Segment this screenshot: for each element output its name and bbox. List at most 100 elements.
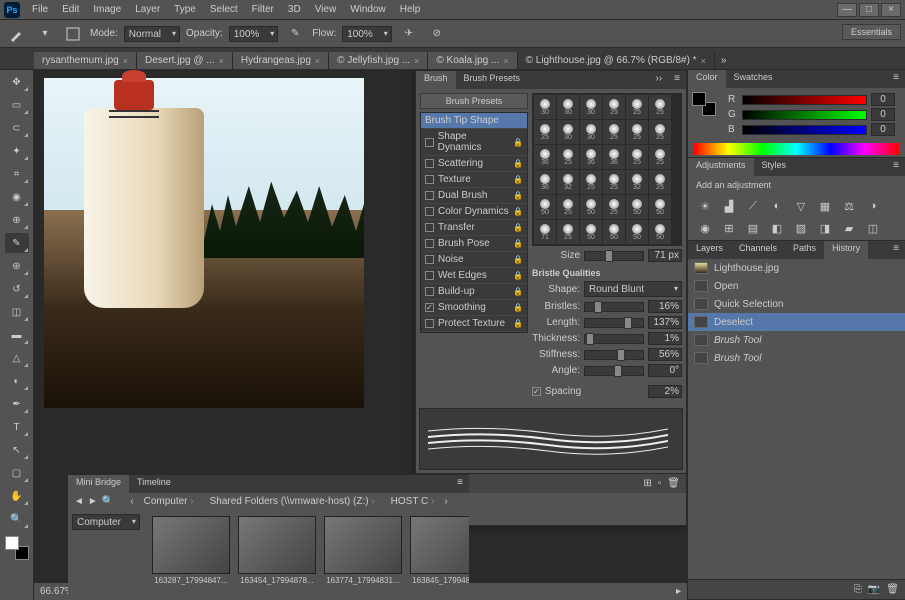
r-slider[interactable] [742,95,867,105]
history-brush-tool[interactable]: ↺ [5,279,29,299]
thumbnail[interactable]: 163845_17994868... [410,516,469,585]
tab-swatches[interactable]: Swatches [726,70,781,88]
pen-tool[interactable]: ✒ [5,394,29,414]
g-slider[interactable] [742,110,867,120]
threshold-icon[interactable]: ◨ [816,220,834,236]
tab-paths[interactable]: Paths [785,241,824,259]
brush-option[interactable]: Color Dynamics🔒 [421,204,527,220]
brush-tip[interactable]: 71 [534,220,556,244]
close-tab-icon[interactable]: × [503,56,508,66]
slider-value[interactable]: 1% [648,332,682,345]
airbrush-icon[interactable]: ✈ [398,23,420,45]
brush-option[interactable]: Shape Dynamics🔒 [421,129,527,156]
search-icon[interactable]: 🔍 [102,496,114,507]
dodge-tool[interactable]: ◐ [5,371,29,391]
document-canvas[interactable] [44,78,364,408]
brush-tip[interactable]: 25 [626,145,648,169]
panel-menu-icon[interactable]: ≡ [887,158,905,176]
slider-value[interactable]: 16% [648,300,682,313]
tabs-overflow-icon[interactable]: » [715,52,733,69]
brush-tip[interactable]: 25 [649,170,671,194]
panel-menu-icon[interactable]: ≡ [668,71,686,89]
brightness-icon[interactable]: ☀ [696,198,714,214]
brush-tip[interactable]: 30 [534,95,556,119]
workspace-switcher[interactable]: Essentials [842,24,901,40]
document-tab[interactable]: © Koala.jpg ...× [428,52,517,69]
close-tab-icon[interactable]: × [701,56,706,66]
blend-mode-dropdown[interactable]: Normal [124,26,180,42]
panel-menu-icon[interactable]: ≡ [887,241,905,259]
brush-tip[interactable]: 30 [580,95,602,119]
levels-icon[interactable]: ▟ [720,198,738,214]
checkbox[interactable] [425,223,434,232]
brush-tip[interactable]: 25 [603,195,625,219]
invert-icon[interactable]: ◧ [768,220,786,236]
checkbox[interactable] [425,191,434,200]
spectrum-bar[interactable] [694,143,899,155]
move-tool[interactable]: ✥ [5,72,29,92]
document-tab[interactable]: Hydrangeas.jpg× [233,52,329,69]
selective-icon[interactable]: ◫ [864,220,882,236]
opacity-input[interactable]: 100% [229,26,279,42]
menu-image[interactable]: Image [87,2,127,17]
brush-tip[interactable]: 30 [557,120,579,144]
document-tab[interactable]: © Lighthouse.jpg @ 66.7% (RGB/8#) *× [518,52,715,69]
slider[interactable] [584,350,644,360]
thumbnail[interactable]: 163287_17994847... [152,516,230,585]
close-tab-icon[interactable]: × [123,56,128,66]
menu-select[interactable]: Select [204,2,244,17]
checkbox[interactable] [425,255,434,264]
checkbox[interactable] [425,271,434,280]
posterize-icon[interactable]: ▨ [792,220,810,236]
checkbox[interactable] [425,239,434,248]
r-value[interactable]: 0 [871,93,895,106]
thumbnail[interactable]: 163774_17994831... [324,516,402,585]
maximize-button[interactable]: □ [859,3,879,17]
tab-timeline[interactable]: Timeline [129,475,179,493]
size-slider[interactable] [584,251,644,261]
brush-tip[interactable]: 50 [649,195,671,219]
brush-tool[interactable]: ✎ [5,233,29,253]
spacing-value[interactable]: 2% [648,385,682,398]
tab-color[interactable]: Color [688,70,726,88]
minimize-button[interactable]: — [837,3,857,17]
toggle-preview-icon[interactable]: ⊞ [643,478,651,489]
trash-icon[interactable]: 🗑 [667,478,680,489]
brush-option[interactable]: Dual Brush🔒 [421,188,527,204]
slider[interactable] [584,318,644,328]
crumb-host[interactable]: HOST C [385,495,441,508]
slider[interactable] [584,366,644,376]
brush-option[interactable]: Brush Pose🔒 [421,236,527,252]
brush-tip[interactable]: 25 [603,120,625,144]
document-tab[interactable]: rysanthemum.jpg× [34,52,137,69]
color-swatch[interactable] [5,536,29,560]
collapse-icon[interactable]: ›› [649,71,668,89]
brush-tip[interactable]: 50 [626,220,648,244]
brush-tool-icon[interactable] [6,23,28,45]
brush-option[interactable]: Build-up🔒 [421,284,527,300]
checkbox[interactable] [425,287,434,296]
eraser-tool[interactable]: ◫ [5,302,29,322]
slider-value[interactable]: 56% [648,348,682,361]
slider-value[interactable]: 0° [648,364,682,377]
tab-adjustments[interactable]: Adjustments [688,158,754,176]
brush-tip[interactable]: 30 [580,120,602,144]
history-state[interactable]: Quick Selection [688,295,905,313]
brush-option[interactable]: Wet Edges🔒 [421,268,527,284]
menu-3d[interactable]: 3D [282,2,307,17]
checkbox[interactable] [425,175,434,184]
pressure-size-icon[interactable]: ⊘ [426,23,448,45]
brush-tip[interactable]: 36 [580,145,602,169]
type-tool[interactable]: T [5,417,29,437]
flow-input[interactable]: 100% [342,26,392,42]
b-value[interactable]: 0 [871,123,895,136]
eyedropper-tool[interactable]: ◉ [5,187,29,207]
history-state[interactable]: Deselect [688,313,905,331]
marquee-tool[interactable]: ▭ [5,95,29,115]
brush-tip[interactable]: 25 [603,170,625,194]
brush-option[interactable]: Protect Texture🔒 [421,316,527,332]
brush-presets-button[interactable]: Brush Presets [420,93,528,109]
brush-tip[interactable]: 30 [557,95,579,119]
menu-view[interactable]: View [309,2,343,17]
checkbox[interactable] [425,159,434,168]
